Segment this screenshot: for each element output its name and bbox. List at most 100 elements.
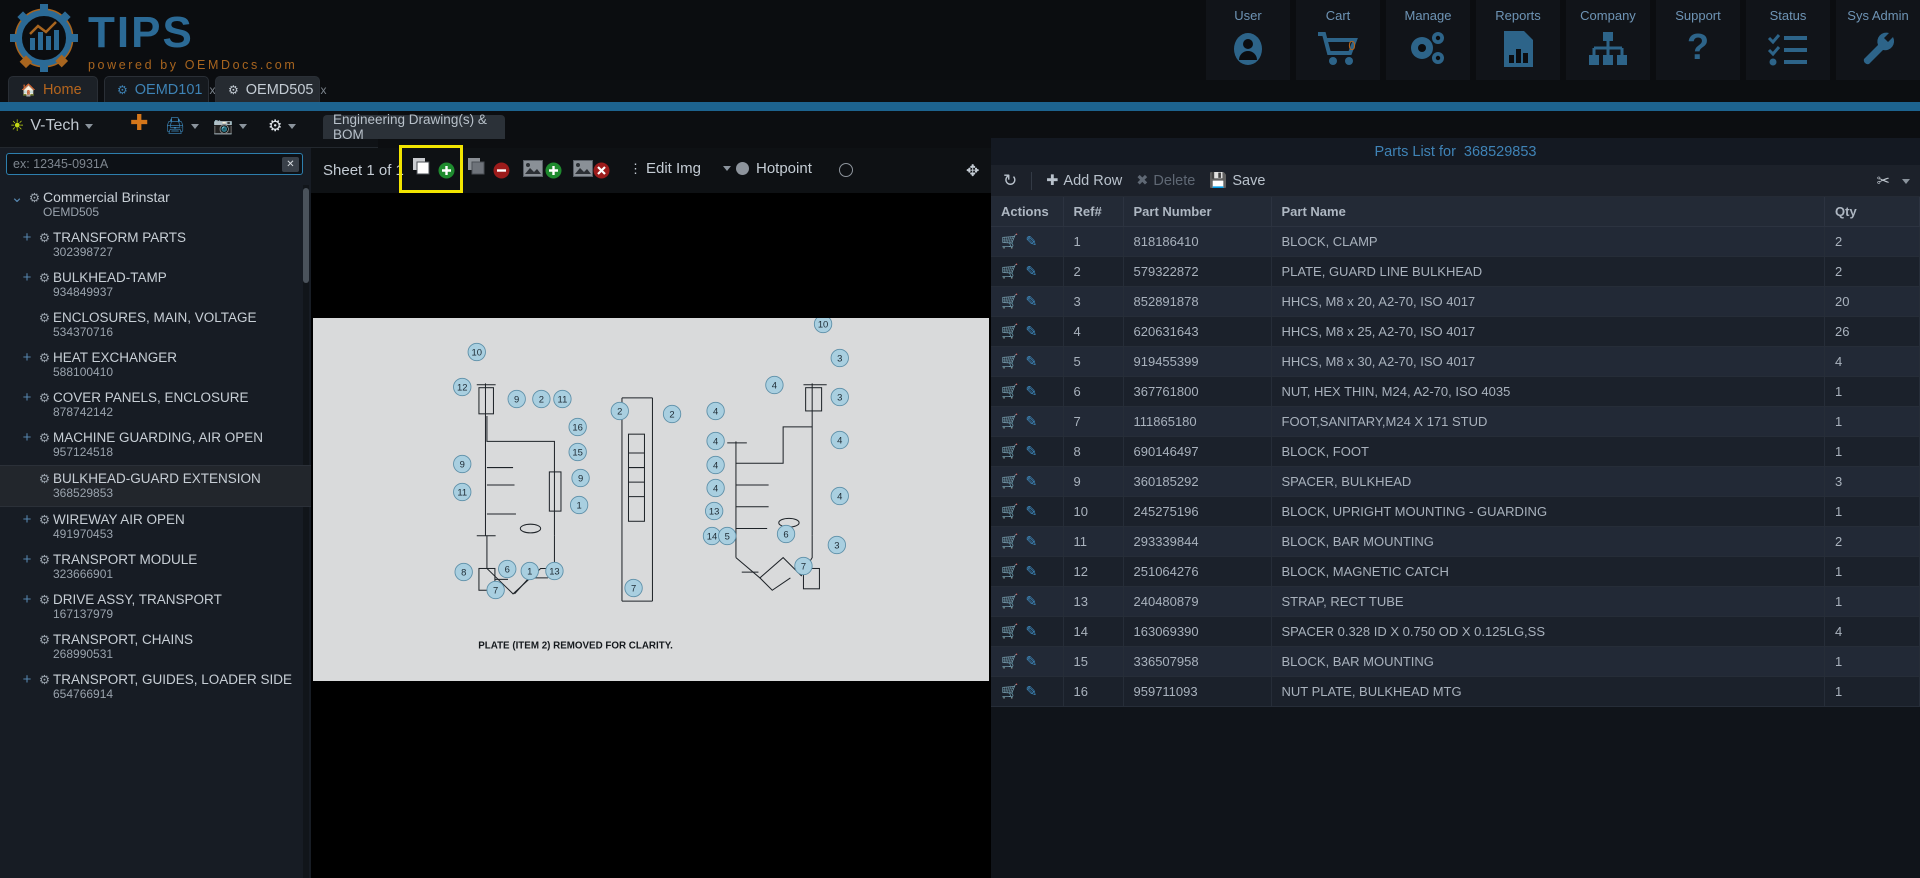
row-ref[interactable]: 1 [1063,226,1124,257]
nav-item-support[interactable]: Support? [1656,0,1740,80]
row-ref[interactable]: 3 [1063,286,1124,317]
tree-item-323666901[interactable]: + ⚙ TRANSPORT MODULE 323666901 [0,547,311,587]
row-part-number[interactable]: 336507958 [1123,646,1272,677]
row-part-name[interactable]: HHCS, M8 x 30, A2-70, ISO 4017 [1271,346,1825,377]
plus-expander-icon[interactable]: + [18,512,36,528]
drawing-callout[interactable]: 5 [718,526,737,546]
row-ref[interactable]: 6 [1063,376,1124,407]
row-part-name[interactable]: BLOCK, UPRIGHT MOUNTING - GUARDING [1271,496,1825,527]
add-to-cart-icon[interactable]: 🛒 [1001,413,1018,429]
camera-button[interactable]: 📷 [213,116,247,136]
chevron-down-icon[interactable] [238,123,247,129]
add-to-cart-icon[interactable]: 🛒 [1001,263,1018,279]
edit-img-menu[interactable]: ⋮ Edit Img [629,160,732,177]
copy-sheet-add-icon[interactable] [411,156,433,178]
drawing-callout[interactable]: 9 [507,389,526,409]
table-header-ref[interactable]: Ref# [1063,197,1124,227]
table-row[interactable]: 🛒 ✎ 1 818186410 BLOCK, CLAMP 2 [991,226,1920,257]
tab-oemd505[interactable]: ⚙ OEMD505 x [215,76,326,103]
drawing-callout[interactable]: 10 [467,342,486,362]
row-ref[interactable]: 16 [1063,676,1124,707]
table-row[interactable]: 🛒 ✎ 8 690146497 BLOCK, FOOT 1 [991,436,1920,467]
row-qty[interactable]: 1 [1824,646,1920,677]
chevron-down-icon[interactable] [288,123,297,129]
row-part-name[interactable]: BLOCK, BAR MOUNTING [1271,646,1825,677]
row-part-number[interactable]: 620631643 [1123,316,1272,347]
table-header-partnumber[interactable]: Part Number [1123,197,1272,227]
edit-row-icon[interactable]: ✎ [1025,383,1037,399]
tab-home[interactable]: 🏠 Home [8,76,98,103]
row-ref[interactable]: 5 [1063,346,1124,377]
edit-row-icon[interactable]: ✎ [1025,623,1037,639]
drawing-callout[interactable]: 7 [624,578,643,598]
drawing-callout[interactable]: 11 [453,482,472,502]
drawing-callout[interactable]: 10 [813,318,833,334]
tree-item-588100410[interactable]: + ⚙ HEAT EXCHANGER 588100410 [0,345,311,385]
drawing-callout[interactable]: 11 [553,389,572,409]
table-header-actions[interactable]: Actions [991,197,1064,227]
row-ref[interactable]: 4 [1063,316,1124,347]
move-handle-icon[interactable]: ✥ [966,161,979,181]
add-button[interactable]: ✚ [130,112,148,134]
table-row[interactable]: 🛒 ✎ 9 360185292 SPACER, BULKHEAD 3 [991,466,1920,497]
drawing-callout[interactable]: 16 [568,417,587,437]
nav-item-reports[interactable]: Reports [1476,0,1560,80]
tree-item-934849937[interactable]: + ⚙ BULKHEAD-TAMP 934849937 [0,265,311,305]
table-header-partname[interactable]: Part Name [1271,197,1825,227]
add-to-cart-icon[interactable]: 🛒 [1001,683,1018,699]
nav-item-sys-admin[interactable]: Sys Admin [1836,0,1920,80]
add-to-cart-icon[interactable]: 🛒 [1001,293,1018,309]
row-ref[interactable]: 13 [1063,586,1124,617]
row-part-name[interactable]: SPACER, BULKHEAD [1271,466,1825,497]
drawing-callout[interactable]: 4 [706,455,725,475]
plus-expander-icon[interactable]: + [18,430,36,446]
drawing-callout[interactable]: 6 [498,559,517,579]
table-row[interactable]: 🛒 ✎ 15 336507958 BLOCK, BAR MOUNTING 1 [991,646,1920,677]
drawing-callout[interactable]: 8 [454,562,473,582]
save-button[interactable]: 💾 Save [1209,172,1265,190]
row-qty[interactable]: 1 [1824,436,1920,467]
row-part-number[interactable]: 245275196 [1123,496,1272,527]
row-part-name[interactable]: HHCS, M8 x 20, A2-70, ISO 4017 [1271,286,1825,317]
tree-item-268990531[interactable]: ⚙ TRANSPORT, CHAINS 268990531 [0,627,311,667]
row-qty[interactable]: 1 [1824,586,1920,617]
close-icon[interactable]: x [320,83,326,97]
edit-row-icon[interactable]: ✎ [1025,473,1037,489]
row-part-number[interactable]: 360185292 [1123,466,1272,497]
add-to-cart-icon[interactable]: 🛒 [1001,653,1018,669]
drawing-callout[interactable]: 7 [794,556,813,576]
row-part-number[interactable]: 818186410 [1123,226,1272,257]
row-part-number[interactable]: 852891878 [1123,286,1272,317]
table-row[interactable]: 🛒 ✎ 12 251064276 BLOCK, MAGNETIC CATCH 1 [991,556,1920,587]
row-part-name[interactable]: BLOCK, BAR MOUNTING [1271,526,1825,557]
row-qty[interactable]: 4 [1824,616,1920,647]
drawing-callout[interactable]: 13 [545,561,564,581]
add-badge-icon[interactable] [545,162,562,179]
hotpoint-outline-icon[interactable] [839,163,853,177]
row-part-number[interactable]: 163069390 [1123,616,1272,647]
edit-row-icon[interactable]: ✎ [1025,593,1037,609]
drawing-callout[interactable]: 15 [568,442,587,462]
add-to-cart-icon[interactable]: 🛒 [1001,443,1018,459]
table-row[interactable]: 🛒 ✎ 13 240480879 STRAP, RECT TUBE 1 [991,586,1920,617]
row-ref[interactable]: 11 [1063,526,1124,557]
add-to-cart-icon[interactable]: 🛒 [1001,473,1018,489]
tree-scrollbar-thumb[interactable] [303,188,309,283]
edit-row-icon[interactable]: ✎ [1025,323,1037,339]
nav-item-company[interactable]: Company [1566,0,1650,80]
drawing-callout[interactable]: 13 [705,501,724,521]
drawing-callout[interactable]: 2 [662,404,682,424]
drawing-canvas[interactable]: PLATE (ITEM 2) REMOVED FOR CLARITY. 10 12… [311,193,991,878]
row-part-name[interactable]: SPACER 0.328 ID X 0.750 OD X 0.125LG,SS [1271,616,1825,647]
row-ref[interactable]: 7 [1063,406,1124,437]
tree-item-302398727[interactable]: + ⚙ TRANSFORM PARTS 302398727 [0,225,311,265]
tree-item-491970453[interactable]: + ⚙ WIREWAY AIR OPEN 491970453 [0,507,311,547]
refresh-button[interactable]: ↻ [1003,171,1017,191]
edit-row-icon[interactable]: ✎ [1025,293,1037,309]
settings-button[interactable]: ⚙ [268,116,297,136]
row-part-number[interactable]: 293339844 [1123,526,1272,557]
row-part-name[interactable]: BLOCK, FOOT [1271,436,1825,467]
row-ref[interactable]: 2 [1063,256,1124,287]
row-ref[interactable]: 8 [1063,436,1124,467]
drawing-callout[interactable]: 4 [706,478,725,498]
